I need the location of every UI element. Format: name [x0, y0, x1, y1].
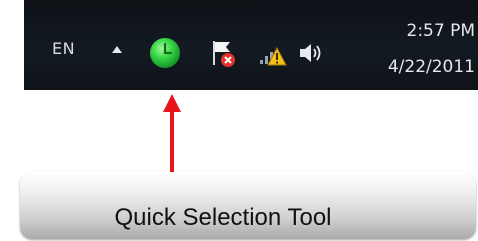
screenshot-page: EN 2:57 PM 4/22/2011 Quick Selection Too… [0, 0, 478, 241]
callout-box: Quick Selection Tool [20, 172, 476, 239]
callout-label: Quick Selection Tool [114, 204, 332, 231]
